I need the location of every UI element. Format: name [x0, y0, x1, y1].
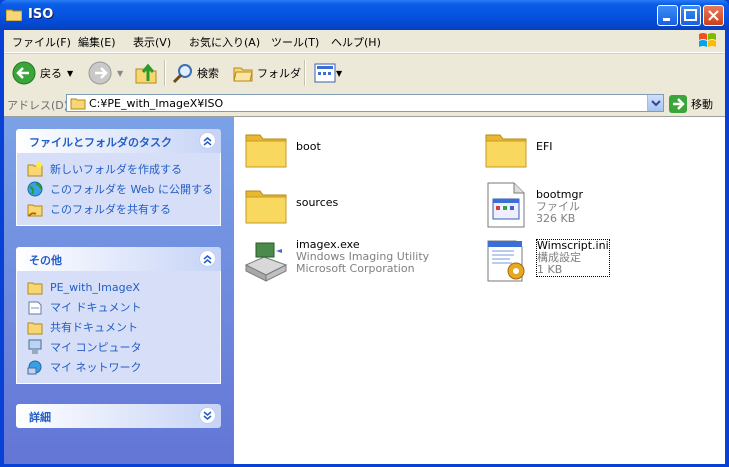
- folder-icon: [6, 9, 22, 21]
- folders-icon: [233, 67, 253, 82]
- collapse-chevron-icon[interactable]: [199, 250, 216, 267]
- search-icon: [172, 64, 192, 84]
- menu-file[interactable]: ファイル(F): [12, 34, 71, 50]
- panel-header[interactable]: ファイルとフォルダのタスク: [16, 129, 221, 153]
- expand-chevron-icon[interactable]: [199, 407, 216, 424]
- menu-edit[interactable]: 編集(E): [78, 34, 116, 50]
- folders-button[interactable]: フォルダ: [232, 60, 301, 86]
- menu-bar: ファイル(F) 編集(E) 表示(V) お気に入り(A) ツール(T) ヘルプ(…: [4, 30, 725, 53]
- explorer-window: ISO ファイル(F) 編集(E) 表示(V) お気に入り(A) ツール(T) …: [0, 0, 729, 467]
- place-my-network[interactable]: マイ ネットワーク: [17, 357, 220, 377]
- place-shared-documents[interactable]: 共有ドキュメント: [17, 317, 220, 337]
- folder-icon: [485, 134, 527, 168]
- network-icon: [27, 360, 42, 375]
- menu-help[interactable]: ヘルプ(H): [331, 34, 381, 50]
- shared-folder-icon: [27, 322, 43, 335]
- client-area: ファイル(F) 編集(E) 表示(V) お気に入り(A) ツール(T) ヘルプ(…: [4, 30, 725, 464]
- panel-title: その他: [29, 254, 62, 267]
- task-publish-web[interactable]: このフォルダを Web に公開する: [17, 179, 220, 199]
- address-dropdown-button[interactable]: [647, 95, 663, 111]
- file-item-efi[interactable]: EFI: [482, 125, 553, 173]
- task-pane: ファイルとフォルダのタスク 新しいフォルダを作成する このフォルダを Web に…: [4, 117, 234, 464]
- place-my-computer[interactable]: マイ コンピュータ: [17, 337, 220, 357]
- windows-logo-icon: [699, 33, 716, 47]
- search-button[interactable]: 検索: [172, 60, 219, 86]
- up-folder-icon: [135, 63, 157, 84]
- computer-icon: [28, 339, 42, 354]
- panel-title: 詳細: [29, 411, 51, 424]
- settings-file-icon: [487, 240, 525, 282]
- forward-button[interactable]: ▼: [88, 60, 123, 86]
- search-label: 検索: [197, 67, 219, 80]
- go-label: 移動: [691, 98, 713, 111]
- close-button[interactable]: [703, 5, 724, 26]
- file-item-wimscript[interactable]: Wimscript.ini 構成設定 1 KB: [482, 237, 610, 285]
- file-item-bootmgr[interactable]: bootmgr ファイル 326 KB: [482, 181, 583, 229]
- task-new-folder[interactable]: 新しいフォルダを作成する: [17, 159, 220, 179]
- application-icon: [244, 242, 288, 282]
- globe-icon: [27, 181, 43, 197]
- views-dropdown-icon[interactable]: ▼: [336, 69, 342, 78]
- back-arrow-icon: [12, 61, 36, 85]
- address-input[interactable]: C:¥PE_with_ImageX¥ISO: [66, 94, 664, 112]
- place-pe-with-imagex[interactable]: PE_with_ImageX: [17, 277, 220, 297]
- menu-tools[interactable]: ツール(T): [271, 34, 319, 50]
- window-title: ISO: [28, 7, 54, 22]
- go-button[interactable]: 移動: [669, 95, 713, 113]
- main-area: ファイルとフォルダのタスク 新しいフォルダを作成する このフォルダを Web に…: [4, 116, 725, 464]
- forward-dropdown-icon[interactable]: ▼: [117, 69, 123, 78]
- menu-view[interactable]: 表示(V): [133, 34, 171, 50]
- folders-label: フォルダ: [257, 67, 301, 80]
- new-folder-icon: [27, 162, 43, 177]
- panel-header[interactable]: 詳細: [16, 404, 221, 428]
- panel-title: ファイルとフォルダのタスク: [29, 136, 172, 149]
- address-path: C:¥PE_with_ImageX¥ISO: [89, 97, 224, 110]
- details-panel: 詳細: [16, 404, 221, 428]
- my-documents-icon: [28, 301, 42, 315]
- back-button[interactable]: 戻る ▼: [12, 60, 73, 86]
- other-places-panel: その他 PE_with_ImageX マイ ドキュメント 共有ドキュメント マイ…: [16, 247, 221, 384]
- address-label: アドレス(D): [7, 99, 69, 112]
- maximize-button[interactable]: [680, 5, 701, 26]
- file-folder-tasks-panel: ファイルとフォルダのタスク 新しいフォルダを作成する このフォルダを Web に…: [16, 129, 221, 226]
- folder-icon: [245, 134, 287, 168]
- place-my-documents[interactable]: マイ ドキュメント: [17, 297, 220, 317]
- back-dropdown-icon[interactable]: ▼: [67, 69, 73, 78]
- share-folder-icon: [27, 204, 43, 217]
- title-bar[interactable]: ISO: [0, 0, 729, 30]
- minimize-button[interactable]: [657, 5, 678, 26]
- back-label: 戻る: [40, 67, 62, 80]
- views-button[interactable]: ▼: [314, 60, 342, 86]
- file-item-sources[interactable]: sources: [242, 181, 338, 229]
- folder-icon: [27, 282, 43, 295]
- file-item-imagex[interactable]: imagex.exe Windows Imaging Utility Micro…: [242, 237, 429, 285]
- panel-header[interactable]: その他: [16, 247, 221, 271]
- views-icon: [314, 63, 336, 83]
- menu-favorites[interactable]: お気に入り(A): [189, 34, 260, 50]
- forward-arrow-icon: [88, 61, 112, 85]
- collapse-chevron-icon[interactable]: [199, 132, 216, 149]
- file-item-boot[interactable]: boot: [242, 125, 321, 173]
- file-icon: [487, 182, 525, 228]
- address-bar: アドレス(D) C:¥PE_with_ImageX¥ISO 移動: [4, 93, 725, 115]
- task-share-folder[interactable]: このフォルダを共有する: [17, 199, 220, 219]
- folder-icon: [245, 190, 287, 224]
- toolbar: 戻る ▼ ▼ 検索 フォルダ ▼: [4, 53, 725, 94]
- up-folder-button[interactable]: [134, 60, 158, 86]
- go-arrow-icon: [669, 95, 687, 113]
- folder-icon: [70, 98, 86, 110]
- file-list: boot EFI sources bootmgr ファイル 326 KB ima…: [234, 117, 725, 464]
